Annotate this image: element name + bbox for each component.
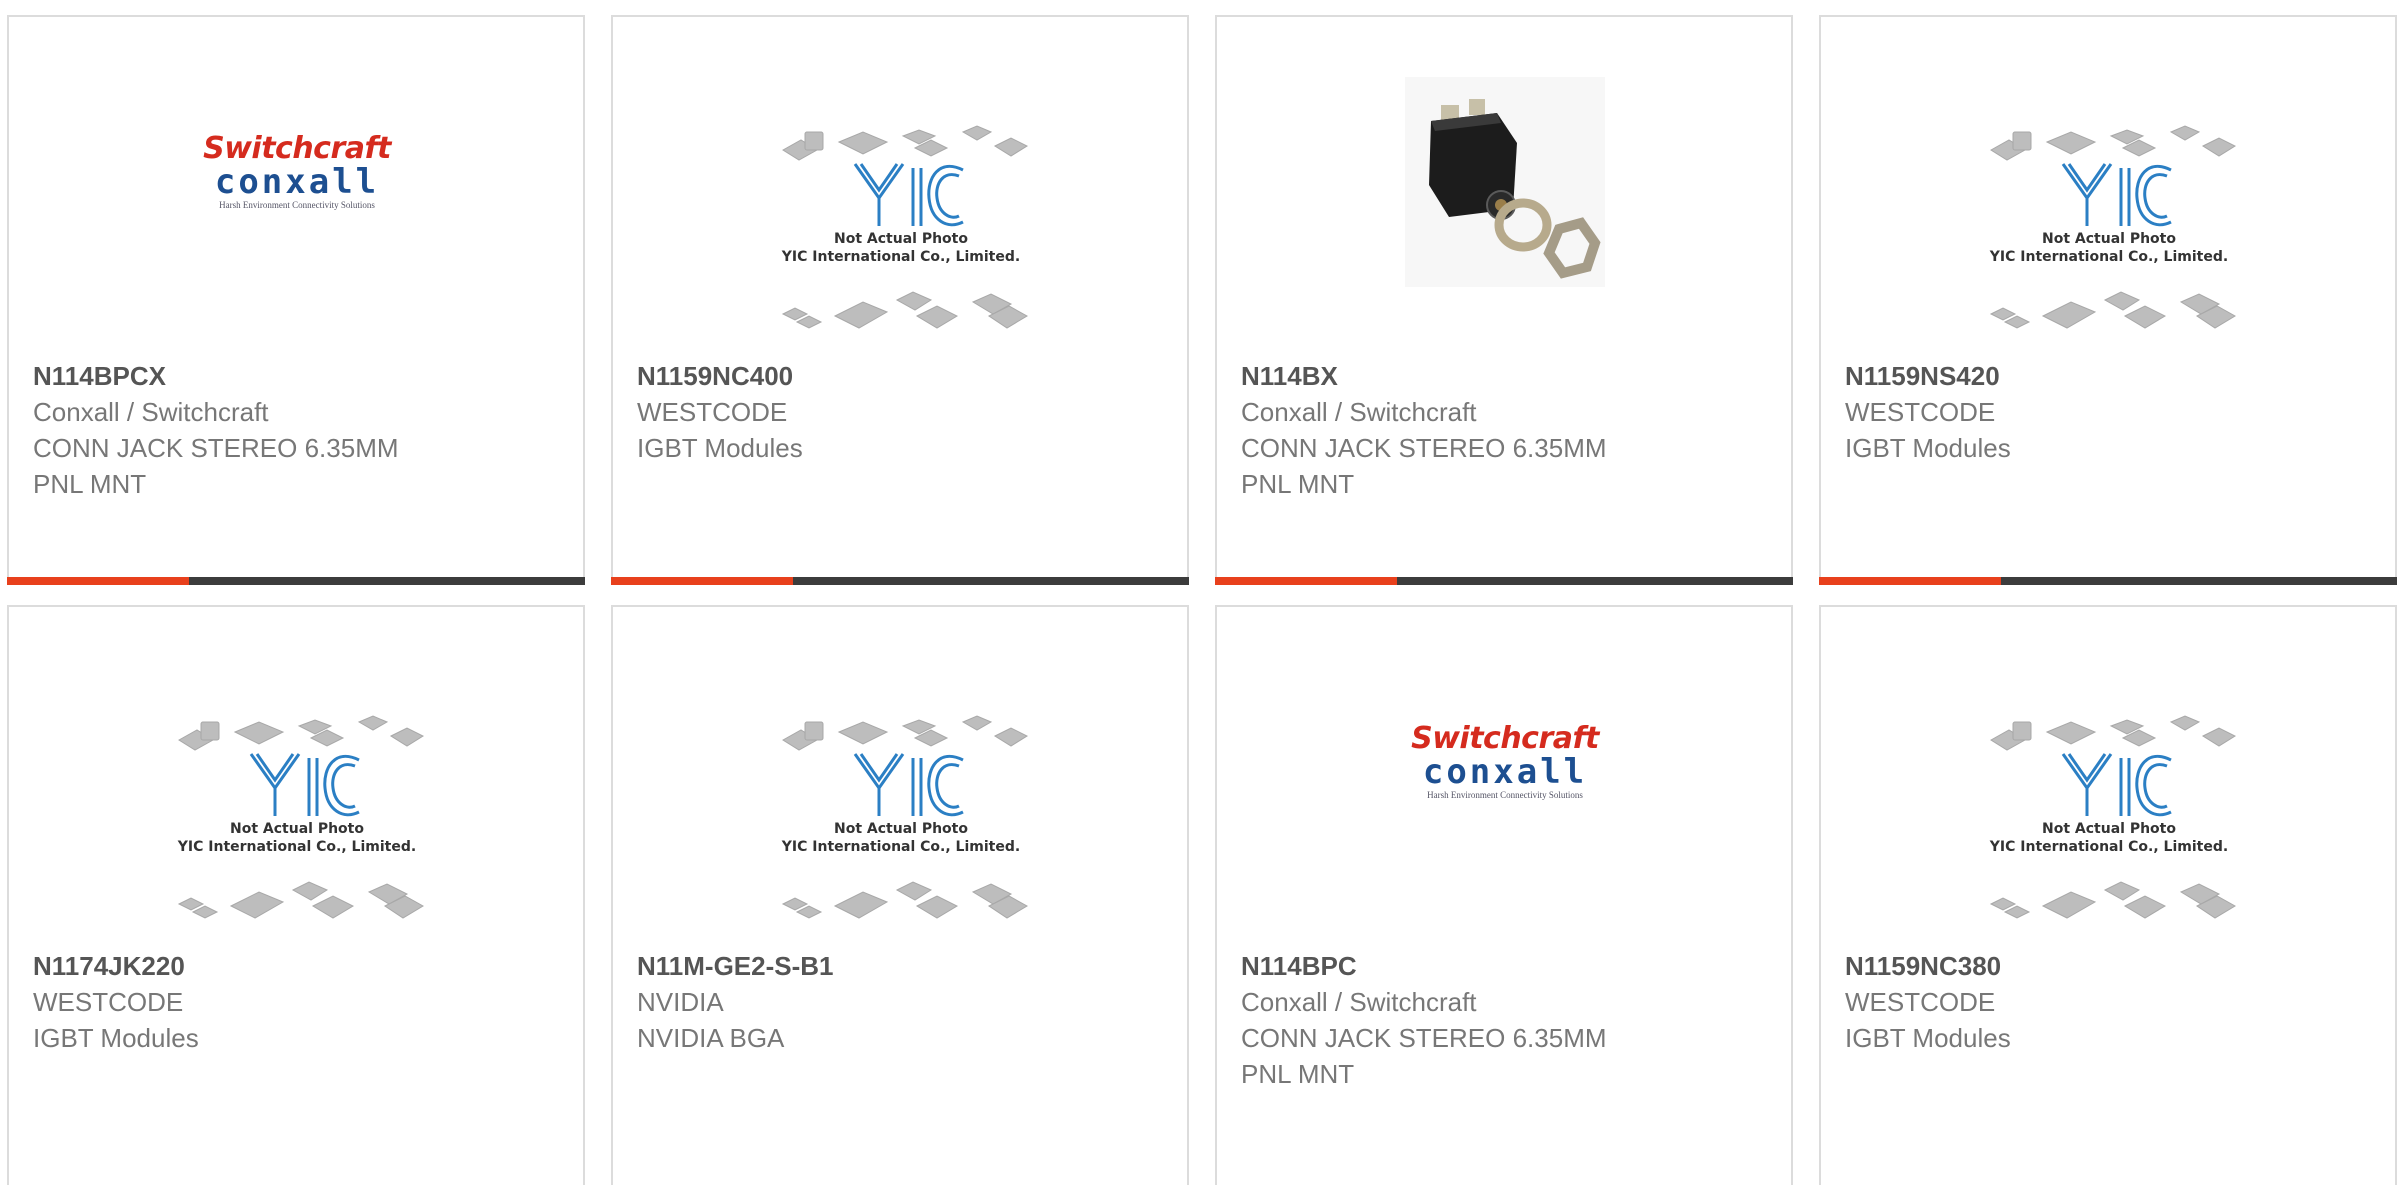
card-bottom-bar — [1819, 577, 2397, 585]
product-description: CONN JACK STEREO 6.35MM — [1241, 433, 1607, 463]
product-card[interactable]: Not Actual Photo YIC International Co., … — [1819, 605, 2397, 1185]
yic-placeholder-image: Not Actual Photo YIC International Co., … — [763, 102, 1039, 352]
card-accent-bar — [1819, 577, 2001, 585]
yic-chips-graphic — [781, 125, 1029, 329]
product-card[interactable]: Switchcraft conxall Harsh Environment Co… — [7, 15, 585, 585]
card-accent-bar — [1215, 577, 1397, 585]
product-info: N11M-GE2-S-B1 NVIDIA NVIDIA BGA — [637, 948, 1163, 1056]
yic-chips-graphic — [781, 715, 1029, 919]
product-card[interactable]: Not Actual Photo YIC International Co., … — [611, 15, 1189, 585]
yic-caption: Not Actual Photo — [834, 821, 968, 837]
product-info: N1174JK220 WESTCODE IGBT Modules — [33, 948, 559, 1056]
part-number[interactable]: N1174JK220 — [33, 948, 559, 984]
yic-caption-company: YIC International Co., Limited. — [1989, 249, 2229, 265]
product-image[interactable]: Not Actual Photo YIC International Co., … — [763, 687, 1039, 957]
yic-placeholder-image: Not Actual Photo YIC International Co., … — [159, 692, 435, 942]
switchcraft-logo-top: Switchcraft — [1411, 721, 1599, 756]
switchcraft-logo: Switchcraft conxall Harsh Environment Co… — [1411, 723, 1599, 801]
product-description-cont: PNL MNT — [1241, 469, 1355, 499]
product-description: IGBT Modules — [637, 433, 803, 463]
product-description-cont: PNL MNT — [1241, 1059, 1355, 1089]
product-description: IGBT Modules — [33, 1023, 199, 1053]
product-card[interactable]: Switchcraft conxall Harsh Environment Co… — [1215, 605, 1793, 1185]
part-number[interactable]: N114BX — [1241, 358, 1767, 394]
product-image[interactable] — [1367, 77, 1643, 367]
switchcraft-logo-top: Switchcraft — [203, 131, 391, 166]
product-card[interactable]: N114BX Conxall / Switchcraft CONN JACK S… — [1215, 15, 1793, 585]
yic-chips-graphic — [1989, 715, 2237, 919]
yic-chips-graphic — [177, 715, 425, 919]
product-description-cont: PNL MNT — [33, 469, 147, 499]
yic-caption: Not Actual Photo — [2042, 821, 2176, 837]
brand-name: WESTCODE — [637, 397, 788, 427]
brand-name: NVIDIA — [637, 987, 724, 1017]
product-info: N1159NC400 WESTCODE IGBT Modules — [637, 358, 1163, 466]
product-card[interactable]: Not Actual Photo YIC International Co., … — [1819, 15, 2397, 585]
switchcraft-logo-mid: conxall — [214, 162, 380, 202]
yic-chips-graphic — [1989, 125, 2237, 329]
product-image[interactable]: Switchcraft conxall Harsh Environment Co… — [159, 97, 435, 367]
switchcraft-logo-tagline: Harsh Environment Connectivity Solutions — [219, 200, 375, 210]
product-card[interactable]: Not Actual Photo YIC International Co., … — [611, 605, 1189, 1185]
yic-caption-company: YIC International Co., Limited. — [177, 839, 417, 855]
card-bottom-bar — [1215, 577, 1793, 585]
yic-placeholder-image: Not Actual Photo YIC International Co., … — [1971, 102, 2247, 352]
card-accent-bar — [7, 577, 189, 585]
brand-name: WESTCODE — [1845, 397, 1996, 427]
product-info: N1159NS420 WESTCODE IGBT Modules — [1845, 358, 2371, 466]
yic-caption: Not Actual Photo — [2042, 231, 2176, 247]
part-number[interactable]: N114BPCX — [33, 358, 559, 394]
part-number[interactable]: N114BPC — [1241, 948, 1767, 984]
product-info: N114BPC Conxall / Switchcraft CONN JACK … — [1241, 948, 1767, 1092]
product-description: IGBT Modules — [1845, 1023, 2011, 1053]
brand-name: Conxall / Switchcraft — [1241, 397, 1477, 427]
brand-name: WESTCODE — [1845, 987, 1996, 1017]
jack-photo — [1405, 77, 1605, 287]
yic-placeholder-image: Not Actual Photo YIC International Co., … — [763, 692, 1039, 942]
product-image[interactable]: Switchcraft conxall Harsh Environment Co… — [1367, 687, 1643, 957]
product-info: N114BPCX Conxall / Switchcraft CONN JACK… — [33, 358, 559, 502]
part-number[interactable]: N11M-GE2-S-B1 — [637, 948, 1163, 984]
yic-caption: Not Actual Photo — [230, 821, 364, 837]
part-number[interactable]: N1159NC400 — [637, 358, 1163, 394]
product-grid: Switchcraft conxall Harsh Environment Co… — [0, 0, 2398, 1185]
card-bottom-bar — [7, 577, 585, 585]
product-image[interactable]: Not Actual Photo YIC International Co., … — [159, 687, 435, 957]
product-info: N114BX Conxall / Switchcraft CONN JACK S… — [1241, 358, 1767, 502]
switchcraft-logo-tagline: Harsh Environment Connectivity Solutions — [1427, 790, 1583, 800]
product-description: CONN JACK STEREO 6.35MM — [1241, 1023, 1607, 1053]
yic-caption: Not Actual Photo — [834, 231, 968, 247]
product-info: N1159NC380 WESTCODE IGBT Modules — [1845, 948, 2371, 1056]
yic-caption-company: YIC International Co., Limited. — [781, 839, 1021, 855]
product-description: NVIDIA BGA — [637, 1023, 785, 1053]
product-image[interactable]: Not Actual Photo YIC International Co., … — [1971, 687, 2247, 957]
card-accent-bar — [611, 577, 793, 585]
yic-placeholder-image: Not Actual Photo YIC International Co., … — [1971, 692, 2247, 942]
brand-name: Conxall / Switchcraft — [33, 397, 269, 427]
yic-caption-company: YIC International Co., Limited. — [781, 249, 1021, 265]
part-number[interactable]: N1159NS420 — [1845, 358, 2371, 394]
brand-name: Conxall / Switchcraft — [1241, 987, 1477, 1017]
yic-caption-company: YIC International Co., Limited. — [1989, 839, 2229, 855]
product-card[interactable]: Not Actual Photo YIC International Co., … — [7, 605, 585, 1185]
product-image[interactable]: Not Actual Photo YIC International Co., … — [763, 97, 1039, 367]
product-description: CONN JACK STEREO 6.35MM — [33, 433, 399, 463]
switchcraft-logo: Switchcraft conxall Harsh Environment Co… — [203, 133, 391, 211]
brand-name: WESTCODE — [33, 987, 184, 1017]
product-image[interactable]: Not Actual Photo YIC International Co., … — [1971, 97, 2247, 367]
product-description: IGBT Modules — [1845, 433, 2011, 463]
card-bottom-bar — [611, 577, 1189, 585]
part-number[interactable]: N1159NC380 — [1845, 948, 2371, 984]
switchcraft-logo-mid: conxall — [1422, 752, 1588, 792]
